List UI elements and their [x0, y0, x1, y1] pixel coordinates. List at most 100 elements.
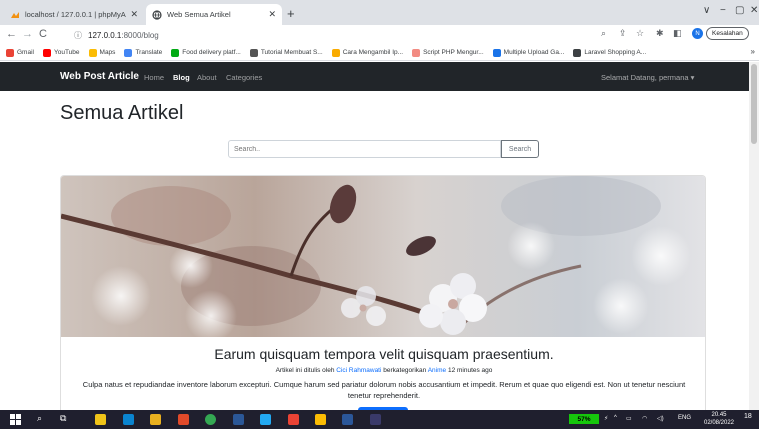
- search-icon[interactable]: ⌕: [37, 413, 42, 424]
- bookmark-item[interactable]: Cara Mengambil Ip...: [331, 48, 404, 57]
- minimize-button[interactable]: −: [720, 5, 726, 16]
- bookmark-label: Tutorial Membuat S...: [260, 49, 323, 56]
- featured-article-meta: Artikel ini ditulis oleh Cici Rahmawati …: [61, 367, 705, 374]
- language-indicator[interactable]: ENG: [678, 415, 691, 421]
- share-icon[interactable]: ⇪: [619, 28, 627, 39]
- bookmark-item[interactable]: Script PHP Mengur...: [412, 48, 484, 57]
- side-panel-icon[interactable]: ◧: [673, 28, 682, 39]
- nav-categories[interactable]: Categories: [226, 73, 262, 82]
- volume-icon[interactable]: ◁): [657, 415, 664, 422]
- system-clock[interactable]: 20.45 02/08/2022: [699, 411, 739, 427]
- close-icon[interactable]: ✕: [130, 9, 138, 20]
- star-icon[interactable]: ☆: [636, 28, 644, 39]
- xampp-icon[interactable]: [315, 414, 326, 425]
- category-link[interactable]: Anime: [428, 367, 446, 374]
- meta-prefix: Artikel ini ditulis oleh: [275, 367, 335, 374]
- close-icon[interactable]: ✕: [268, 9, 276, 20]
- sublime-icon[interactable]: [178, 414, 189, 425]
- bookmark-icon: [88, 48, 97, 57]
- word-icon[interactable]: [342, 414, 353, 425]
- vscode-icon[interactable]: [260, 414, 271, 425]
- bookmark-icon: [492, 48, 501, 57]
- address-bar[interactable]: ⓘ 127.0.0.1:8000/blog: [74, 27, 594, 43]
- meta-mid: berkategorikan: [383, 367, 427, 374]
- bookmark-icon: [412, 48, 421, 57]
- browser-tab-strip: localhost / 127.0.0.1 | phpMyAdmin ✕ Web…: [0, 0, 759, 25]
- windows-start-icon[interactable]: [10, 414, 21, 425]
- bookmark-label: Multiple Upload Ga...: [503, 49, 565, 56]
- widgets-icon[interactable]: [95, 414, 106, 425]
- bookmark-label: Maps: [99, 49, 116, 56]
- bookmark-icon: [331, 48, 340, 57]
- bookmark-label: Cara Mengambil Ip...: [342, 49, 404, 56]
- battery-indicator[interactable]: 57%: [569, 414, 599, 424]
- search-input[interactable]: [228, 140, 501, 158]
- app-icon[interactable]: [288, 414, 299, 425]
- extensions-icon[interactable]: ✱: [656, 28, 664, 39]
- clock-time: 20.45: [711, 412, 727, 418]
- profile-avatar[interactable]: N: [692, 28, 703, 39]
- file-explorer-icon[interactable]: [150, 414, 161, 425]
- phpmyadmin-icon: [11, 11, 19, 18]
- bookmark-label: Laravel Shopping A...: [584, 49, 647, 56]
- charging-icon: ⚡: [604, 416, 609, 422]
- tab-phpmyadmin[interactable]: localhost / 127.0.0.1 | phpMyAdmin ✕: [4, 4, 144, 25]
- wifi-icon[interactable]: ◠: [642, 415, 647, 422]
- task-view-icon[interactable]: ⧉: [60, 413, 66, 424]
- bookmark-item[interactable]: Tutorial Membuat S...: [249, 48, 323, 57]
- featured-article-excerpt: Culpa natus et repudiandae inventore lab…: [82, 380, 686, 400]
- network-icon[interactable]: ▭: [626, 415, 632, 422]
- chrome-icon[interactable]: [205, 414, 216, 425]
- featured-article-image[interactable]: [61, 176, 706, 337]
- site-navbar: Web Post Article Home Blog About Categor…: [0, 62, 759, 91]
- tab-web-semua-artikel[interactable]: Web Semua Artikel ✕: [146, 4, 282, 25]
- info-icon[interactable]: ⓘ: [74, 30, 82, 41]
- nav-home[interactable]: Home: [144, 73, 164, 82]
- bookmark-icon: [6, 48, 14, 57]
- bookmark-item[interactable]: Translate: [124, 48, 163, 57]
- new-tab-button[interactable]: +: [287, 6, 295, 21]
- terminal-icon[interactable]: [233, 414, 244, 425]
- author-link[interactable]: Cici Rahmawati: [336, 367, 381, 374]
- profile-error-button[interactable]: Kesalahan: [706, 27, 749, 40]
- tab-title: Web Semua Artikel: [167, 10, 231, 19]
- store-icon[interactable]: [123, 414, 134, 425]
- tab-search-icon[interactable]: ∨: [703, 5, 710, 16]
- nav-blog[interactable]: Blog: [173, 73, 190, 82]
- url-host: 127.0.0.1: [88, 30, 122, 40]
- featured-article-title[interactable]: Earum quisquam tempora velit quisquam pr…: [61, 346, 705, 362]
- scrollbar-thumb[interactable]: [751, 64, 757, 144]
- bookmark-item[interactable]: Laravel Shopping A...: [573, 48, 647, 57]
- tab-title: localhost / 127.0.0.1 | phpMyAdmin: [25, 10, 126, 19]
- page-title: Semua Artikel: [60, 102, 184, 124]
- bookmark-item[interactable]: YouTube: [42, 48, 80, 57]
- caret-down-icon: ▾: [690, 73, 695, 82]
- welcome-text: Selamat Datang, permana: [601, 73, 689, 82]
- bookmark-item[interactable]: Food delivery platf...: [171, 48, 241, 57]
- close-window-button[interactable]: ✕: [750, 5, 758, 16]
- forward-icon[interactable]: →: [22, 28, 33, 40]
- bookmark-item[interactable]: Gmail: [6, 48, 34, 57]
- bookmarks-bar: Gmail YouTube Maps Translate Food delivery p…: [0, 45, 759, 61]
- bookmark-icon: [171, 48, 180, 57]
- bookmark-icon: [573, 48, 582, 57]
- bookmark-label: Food delivery platf...: [182, 49, 241, 56]
- reload-icon[interactable]: C: [39, 28, 47, 40]
- bookmark-item[interactable]: Maps: [88, 48, 116, 57]
- bookmark-item[interactable]: Multiple Upload Ga...: [492, 48, 565, 57]
- zoom-icon[interactable]: ⌕: [601, 28, 606, 39]
- bookmark-label: Translate: [135, 49, 163, 56]
- maximize-button[interactable]: ▢: [735, 5, 744, 16]
- bookmark-label: YouTube: [53, 49, 80, 56]
- bookmark-label: Script PHP Mengur...: [423, 49, 484, 56]
- search-button[interactable]: Search: [501, 140, 539, 158]
- chevron-up-icon[interactable]: ^: [614, 415, 617, 421]
- notification-badge[interactable]: 18: [744, 413, 752, 420]
- user-menu-dropdown[interactable]: Selamat Datang, permana ▾: [601, 73, 694, 82]
- bookmarks-more-button[interactable]: »: [751, 47, 755, 56]
- app-icon[interactable]: [370, 414, 381, 425]
- clock-date: 02/08/2022: [703, 420, 735, 426]
- site-brand[interactable]: Web Post Article: [60, 71, 139, 82]
- nav-about[interactable]: About: [197, 73, 217, 82]
- back-icon[interactable]: ←: [6, 28, 17, 40]
